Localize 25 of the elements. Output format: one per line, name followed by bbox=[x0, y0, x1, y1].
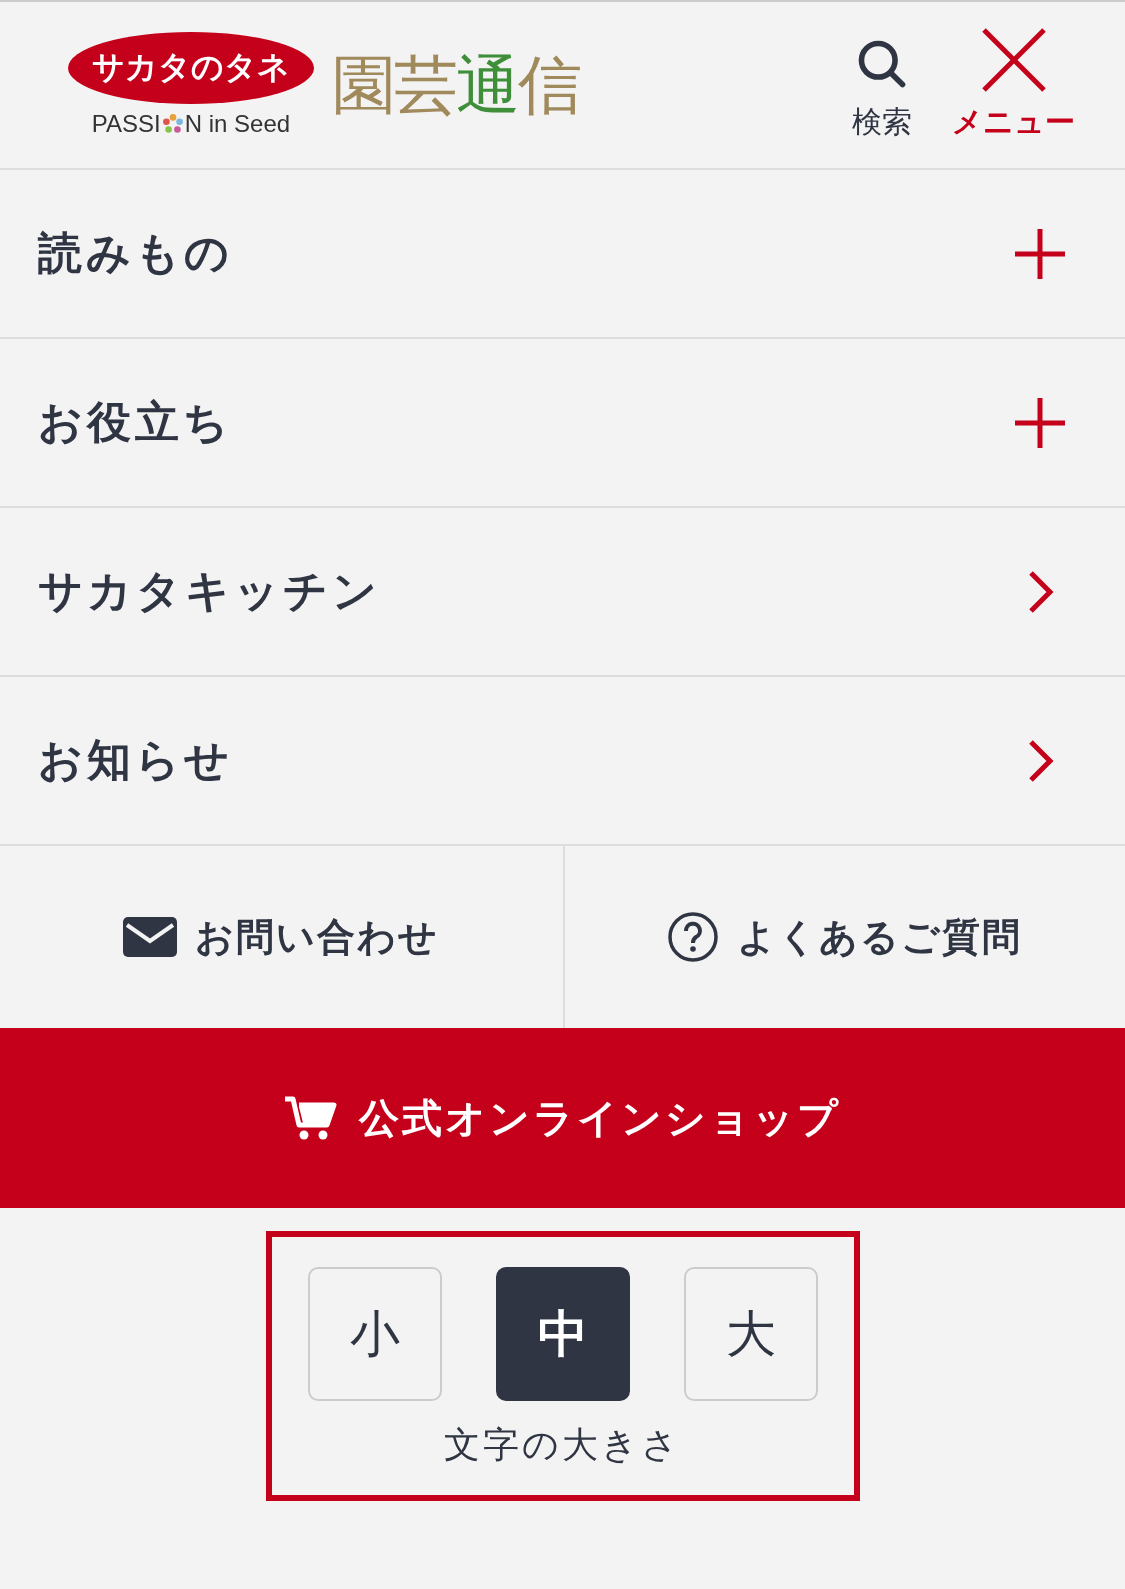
mail-icon bbox=[123, 917, 178, 957]
flower-icon bbox=[161, 113, 184, 135]
tagline-text: PASSI bbox=[91, 110, 161, 138]
help-icon bbox=[667, 911, 720, 963]
brand-logo[interactable]: サカタのタネ bbox=[68, 32, 314, 104]
font-size-button[interactable]: 小 bbox=[307, 1267, 442, 1401]
chevron-right-icon bbox=[1027, 737, 1055, 784]
close-icon bbox=[981, 27, 1046, 92]
menu-close-button[interactable]: メニュー bbox=[952, 27, 1075, 143]
menu-item[interactable]: お知らせ bbox=[0, 677, 1125, 846]
tagline-text: N in Seed bbox=[184, 110, 291, 138]
menu-item[interactable]: 読みもの bbox=[0, 170, 1125, 339]
menu-item[interactable]: お役立ち bbox=[0, 339, 1125, 508]
sub-link[interactable]: お問い合わせ bbox=[0, 846, 563, 1028]
cart-icon bbox=[284, 1095, 337, 1141]
font-size-label: 文字の大きさ bbox=[444, 1423, 681, 1467]
font-size-button[interactable]: 中 bbox=[495, 1267, 630, 1401]
search-button[interactable]: 検索 bbox=[852, 35, 912, 143]
plus-icon bbox=[1015, 397, 1065, 448]
site-title: 園芸通信 bbox=[332, 46, 580, 124]
shop-button[interactable]: 公式オンラインショップ bbox=[0, 1028, 1125, 1208]
font-size-button[interactable]: 大 bbox=[683, 1267, 818, 1401]
menu-item[interactable]: サカタキッチン bbox=[0, 508, 1125, 677]
plus-icon bbox=[1015, 228, 1065, 279]
chevron-right-icon bbox=[1027, 568, 1055, 615]
